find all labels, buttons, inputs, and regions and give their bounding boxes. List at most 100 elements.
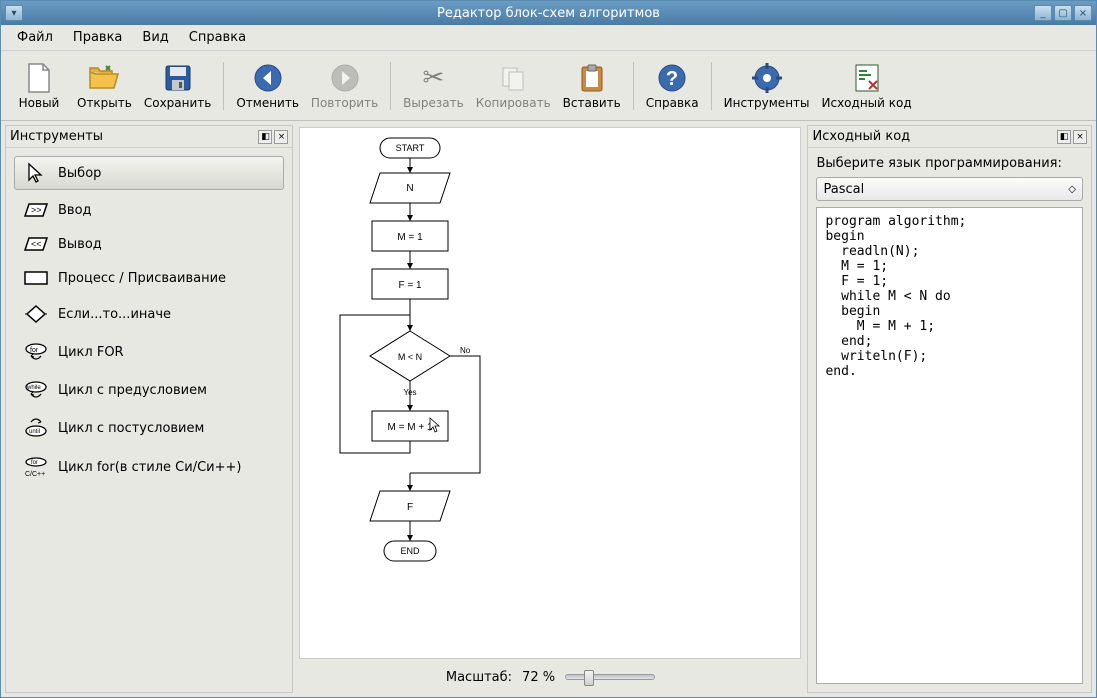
open-button[interactable]: Открыть [71,60,138,112]
open-folder-icon [88,62,120,94]
close-button[interactable]: × [1074,5,1092,21]
cursor-icon [22,162,50,184]
tools-panel-title: Инструменты [10,129,103,144]
tool-input[interactable]: >> Ввод [14,196,284,224]
source-button[interactable]: Исходный код [816,60,918,112]
panel-float-button[interactable]: ◧ [1057,130,1071,144]
until-loop-icon: until [22,418,50,438]
cut-button[interactable]: ✂ Вырезать [397,60,470,112]
node-m1-text: M = 1 [398,232,424,243]
node-f1-text: F = 1 [399,280,423,291]
tool-output-label: Вывод [58,237,102,252]
tool-until-label: Цикл с постусловием [58,421,204,436]
tool-if-label: Если...то...иначе [58,307,171,322]
tool-while-label: Цикл с предусловием [58,383,207,398]
tool-input-label: Ввод [58,203,92,218]
copy-button[interactable]: Копировать [470,60,557,112]
tools-panel-header: Инструменты ◧ × [6,126,292,148]
panel-close-button[interactable]: × [274,130,288,144]
tool-output[interactable]: << Вывод [14,230,284,258]
panel-float-button[interactable]: ◧ [258,130,272,144]
help-label: Справка [646,96,699,110]
flowchart-canvas[interactable]: START N M = 1 F = 1 M < N [299,127,801,659]
svg-text:until: until [29,429,40,435]
language-select[interactable]: Pascal ◇ [816,177,1083,201]
redo-button[interactable]: Повторить [305,60,384,112]
tools-list: Выбор >> Ввод << Вывод Процесс / Присваи… [6,148,292,492]
tool-until[interactable]: until Цикл с постусловием [14,412,284,444]
minimize-button[interactable]: _ [1034,5,1052,21]
panel-close-button[interactable]: × [1073,130,1087,144]
tool-for[interactable]: for Цикл FOR [14,336,284,368]
scissors-icon: ✂ [417,62,449,94]
copy-label: Копировать [476,96,551,110]
while-loop-icon: while [22,380,50,400]
tools-panel: Инструменты ◧ × Выбор >> Ввод << Вывод [5,125,293,693]
node-f-text: F [407,502,413,513]
undo-button[interactable]: Отменить [230,60,305,112]
redo-label: Повторить [311,96,378,110]
menu-help[interactable]: Справка [181,27,254,48]
help-icon: ? [656,62,688,94]
toolbar-separator [711,62,712,110]
source-code-icon [851,62,883,94]
source-label: Исходный код [822,96,912,110]
source-code-output[interactable]: program algorithm; begin readln(N); M = … [816,207,1083,684]
cfor-loop-icon: forC/C++ [22,456,50,478]
tools-button[interactable]: Инструменты [718,60,816,112]
tool-select[interactable]: Выбор [14,156,284,190]
tool-while[interactable]: while Цикл с предусловием [14,374,284,406]
menu-view[interactable]: Вид [134,27,176,48]
toolbar-separator [223,62,224,110]
redo-arrow-icon [329,62,361,94]
tool-for-label: Цикл FOR [58,345,124,360]
source-panel-header: Исходный код ◧ × [808,126,1091,148]
zoom-slider-thumb[interactable] [584,670,594,686]
menubar: Файл Правка Вид Справка [1,25,1096,51]
zoom-value: 72 % [522,670,555,685]
tool-process[interactable]: Процесс / Присваивание [14,264,284,292]
tools-label: Инструменты [724,96,810,110]
main-area: Инструменты ◧ × Выбор >> Ввод << Вывод [1,121,1096,697]
paste-button[interactable]: Вставить [557,60,627,112]
menu-file[interactable]: Файл [9,27,61,48]
save-button[interactable]: Сохранить [138,60,218,112]
tool-process-label: Процесс / Присваивание [58,271,226,286]
svg-text:?: ? [666,68,678,90]
save-floppy-icon [162,62,194,94]
menu-edit[interactable]: Правка [65,27,130,48]
tool-if[interactable]: Если...то...иначе [14,298,284,330]
maximize-button[interactable]: ▢ [1054,5,1072,21]
svg-text:while: while [26,385,41,391]
toolbar-separator [633,62,634,110]
zoom-slider[interactable] [565,674,655,680]
window-title: Редактор блок-схем алгоритмов [437,6,660,21]
help-button[interactable]: ? Справка [640,60,705,112]
svg-text:for: for [30,347,39,354]
undo-label: Отменить [236,96,299,110]
app-window: ▾ Редактор блок-схем алгоритмов _ ▢ × Фа… [0,0,1097,698]
source-panel: Исходный код ◧ × Выберите язык программи… [807,125,1092,693]
undo-arrow-icon [252,62,284,94]
node-cond-text: M < N [398,352,422,362]
decision-diamond-icon [22,304,50,324]
svg-text:C/C++: C/C++ [25,471,45,478]
label-no: No [460,346,471,355]
titlebar: ▾ Редактор блок-схем алгоритмов _ ▢ × [1,1,1096,25]
output-parallelogram-icon: << [22,236,50,252]
save-label: Сохранить [144,96,212,110]
gear-icon [751,62,783,94]
paste-label: Вставить [563,96,621,110]
source-panel-title: Исходный код [812,129,910,144]
node-end-text: END [401,546,421,556]
tool-cfor[interactable]: forC/C++ Цикл for(в стиле Си/Си++) [14,450,284,484]
node-inc-text: M = M + 1 [388,422,433,433]
toolbar-separator [390,62,391,110]
language-label: Выберите язык программирования: [816,156,1083,171]
new-button[interactable]: Новый [7,60,71,112]
new-label: Новый [19,96,60,110]
app-menu-button[interactable]: ▾ [5,5,23,21]
node-start-text: START [396,143,425,153]
process-rect-icon [22,270,50,286]
node-n-text: N [407,183,414,194]
